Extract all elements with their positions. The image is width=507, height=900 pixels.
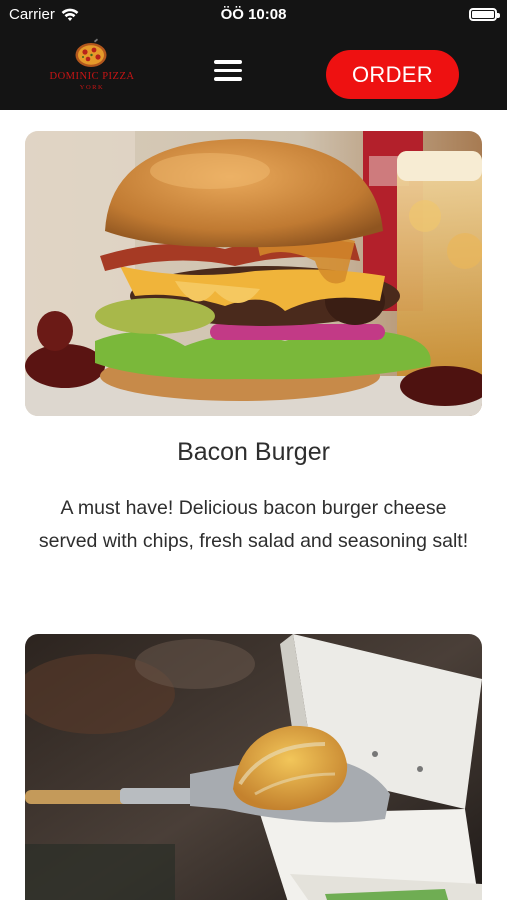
item-title: Bacon Burger [177,438,330,466]
order-button[interactable]: ORDER [326,50,459,99]
calzone-image[interactable] [25,634,482,900]
brand-location: YORK [79,84,105,91]
brand-logo[interactable]: DOMINIC PIZZA YORK [44,38,140,94]
pizza-icon [75,38,107,67]
status-bar: Carrier ÖÖ 10:08 [0,0,507,28]
hamburger-menu-icon[interactable] [214,60,246,84]
header-bar: Carrier ÖÖ 10:08 DOMINIC PIZZA YORK ORDE… [0,0,507,110]
brand-name: DOMINIC PIZZA [49,71,135,82]
bacon-burger-image[interactable] [25,131,482,416]
calzone-on-pizza-peel-photo [25,634,482,900]
item-description: A must have! Delicious bacon burger chee… [38,497,469,552]
clock: ÖÖ 10:08 [220,6,287,23]
battery-icon [469,8,500,21]
bacon-burger-photo [25,131,482,416]
